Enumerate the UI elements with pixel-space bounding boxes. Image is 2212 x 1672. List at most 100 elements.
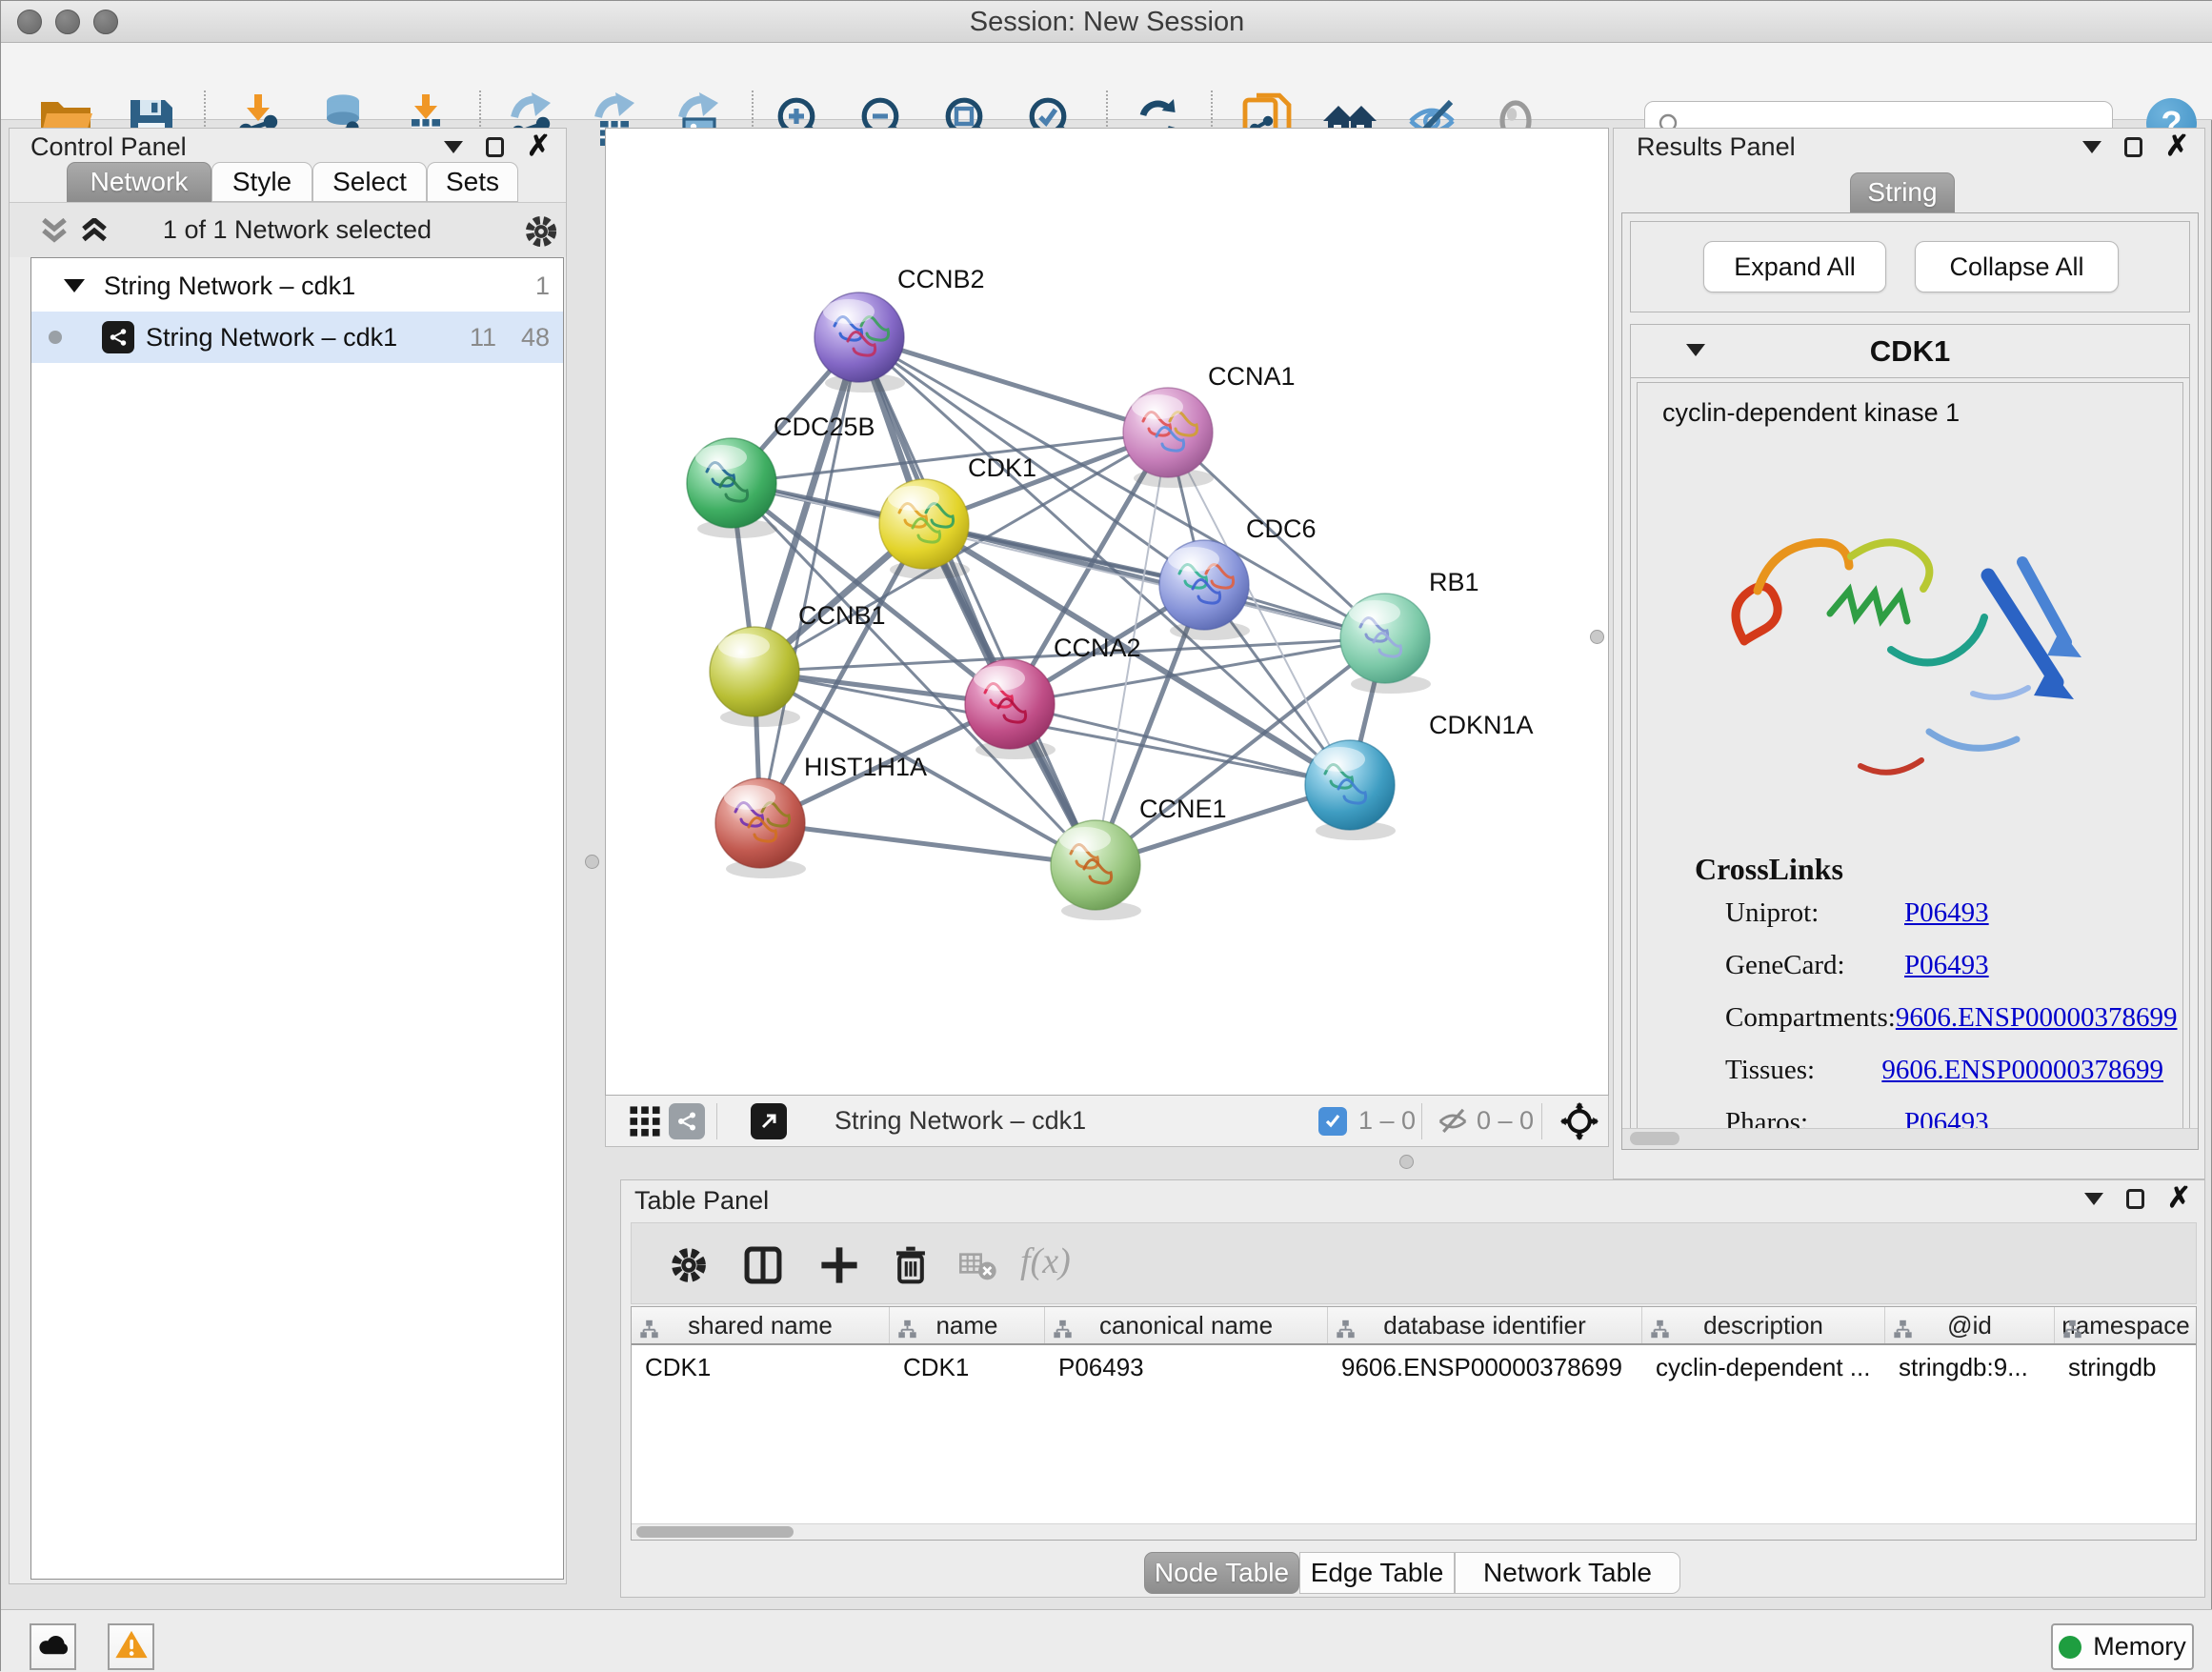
selected-count-badge: 1 – 0 bbox=[1358, 1096, 1416, 1146]
table-hscrollbar-thumb[interactable] bbox=[636, 1526, 794, 1538]
collection-count: 1 bbox=[535, 272, 550, 301]
column-header-namespace[interactable]: namespace bbox=[2055, 1307, 2197, 1343]
results-hscrollbar[interactable] bbox=[1622, 1128, 2198, 1149]
float-panel-icon[interactable] bbox=[486, 137, 504, 157]
hidden-eye-slash-icon[interactable] bbox=[1437, 1096, 1469, 1146]
expand-collapse-bar: Expand All Collapse All bbox=[1630, 221, 2190, 312]
warning-icon bbox=[114, 1629, 149, 1664]
gene-section-header[interactable]: CDK1 bbox=[1631, 325, 2189, 378]
tab-string[interactable]: String bbox=[1850, 172, 1955, 212]
view-share-icon[interactable] bbox=[669, 1096, 705, 1146]
node-gloss bbox=[974, 666, 1025, 691]
crosslinks-list: Uniprot:P06493GeneCard:P06493Compartment… bbox=[1725, 897, 2163, 1159]
crosslink-link[interactable]: 9606.ENSP00000378699 bbox=[1881, 1055, 2163, 1086]
crosslink-link[interactable]: P06493 bbox=[1904, 950, 1989, 981]
network-options-gear-icon[interactable] bbox=[524, 214, 558, 253]
network-canvas[interactable]: CCNB2CCNA1CDC25BCDK1CDC6RB1CCNB1CCNA2CDK… bbox=[605, 128, 1609, 1096]
column-header-shared-name[interactable]: shared name bbox=[632, 1307, 890, 1343]
node-gloss bbox=[1168, 547, 1219, 572]
node-label-CDC6: CDC6 bbox=[1246, 514, 1317, 543]
cloud-status-button[interactable] bbox=[30, 1623, 76, 1670]
table-cell[interactable]: CDK1 bbox=[890, 1345, 1045, 1387]
column-header-canonical-name[interactable]: canonical name bbox=[1045, 1307, 1328, 1343]
warning-status-button[interactable] bbox=[108, 1623, 154, 1670]
network-edge[interactable] bbox=[760, 823, 1096, 865]
collapse-all-button[interactable]: Collapse All bbox=[1915, 241, 2119, 292]
close-panel-icon[interactable]: ✗ bbox=[2165, 136, 2189, 157]
view-grid-icon[interactable] bbox=[629, 1096, 661, 1146]
crosslinks-heading: CrossLinks bbox=[1695, 852, 1843, 887]
network-row[interactable]: String Network – cdk1 11 48 bbox=[31, 312, 563, 363]
crosslink-link[interactable]: P06493 bbox=[1904, 897, 1989, 929]
table-cell[interactable]: stringdb:9... bbox=[1885, 1345, 2055, 1387]
table-hscrollbar[interactable] bbox=[632, 1523, 2196, 1540]
gene-section: CDK1 cyclin-dependent kinase 1 bbox=[1630, 324, 2190, 1141]
float-panel-icon[interactable] bbox=[2126, 1189, 2144, 1209]
table-cell[interactable]: CDK1 bbox=[632, 1345, 890, 1387]
cloud-icon bbox=[36, 1632, 70, 1662]
column-header-database-identifier[interactable]: database identifier bbox=[1328, 1307, 1642, 1343]
add-column-icon[interactable] bbox=[818, 1244, 860, 1291]
tab-node-table[interactable]: Node Table bbox=[1144, 1552, 1299, 1594]
table-cell[interactable]: 9606.ENSP00000378699 bbox=[1328, 1345, 1642, 1387]
node-gloss bbox=[1059, 827, 1111, 852]
node-label-CDK1: CDK1 bbox=[968, 453, 1036, 482]
network-graph[interactable]: CCNB2CCNA1CDC25BCDK1CDC6RB1CCNB1CCNA2CDK… bbox=[606, 129, 1608, 1095]
table-settings-gear-icon[interactable] bbox=[670, 1246, 708, 1289]
tab-select[interactable]: Select bbox=[312, 162, 427, 202]
table-header-row: shared namenamecanonical namedatabase id… bbox=[632, 1307, 2196, 1345]
network-edge[interactable] bbox=[760, 337, 859, 823]
node-table: shared namenamecanonical namedatabase id… bbox=[631, 1306, 2197, 1541]
crosslink-label: Uniprot: bbox=[1725, 897, 1904, 929]
node-gloss bbox=[1314, 747, 1365, 772]
float-panel-icon[interactable] bbox=[2124, 137, 2142, 157]
column-header-description[interactable]: description bbox=[1642, 1307, 1885, 1343]
collapse-panel-icon[interactable] bbox=[2084, 1193, 2103, 1205]
network-collection-row[interactable]: String Network – cdk1 1 bbox=[31, 260, 563, 312]
selected-checkbox[interactable] bbox=[1318, 1096, 1347, 1146]
collapse-panel-icon[interactable] bbox=[2082, 141, 2101, 153]
network-edge[interactable] bbox=[859, 337, 1096, 865]
column-type-icon bbox=[1336, 1316, 1356, 1345]
collection-expand-icon[interactable] bbox=[64, 279, 85, 292]
crosslink-label: GeneCard: bbox=[1725, 950, 1904, 981]
tab-network[interactable]: Network bbox=[67, 162, 211, 202]
column-header-@id[interactable]: @id bbox=[1885, 1307, 2055, 1343]
cytoscape-window: { "window": {"title": "Session: New Sess… bbox=[0, 0, 2212, 1671]
memory-button[interactable]: Memory bbox=[2051, 1623, 2194, 1670]
footer-divider bbox=[716, 1103, 717, 1139]
bottom-splitter-handle[interactable] bbox=[1399, 1155, 1414, 1169]
gene-details: cyclin-dependent kinase 1 bbox=[1637, 382, 2183, 1137]
collapse-panel-icon[interactable] bbox=[444, 141, 463, 153]
right-splitter-handle[interactable] bbox=[1590, 630, 1604, 644]
crosslink-link[interactable]: 9606.ENSP00000378699 bbox=[1896, 1002, 2178, 1034]
node-gloss bbox=[1132, 394, 1183, 419]
node-gloss bbox=[695, 445, 747, 470]
delete-column-trash-icon[interactable] bbox=[891, 1244, 931, 1291]
close-panel-icon[interactable]: ✗ bbox=[2167, 1188, 2191, 1209]
close-panel-icon[interactable]: ✗ bbox=[527, 136, 551, 157]
main-toolbar: ? bbox=[1, 43, 2212, 120]
network-edge[interactable] bbox=[859, 337, 1168, 433]
table-cell[interactable]: P06493 bbox=[1045, 1345, 1328, 1387]
control-panel-title: Control Panel bbox=[30, 132, 187, 162]
table-cell[interactable]: stringdb bbox=[2055, 1345, 2197, 1387]
table-row[interactable]: CDK1CDK1P064939606.ENSP00000378699cyclin… bbox=[632, 1345, 2196, 1387]
fit-content-crosshair-icon[interactable] bbox=[1560, 1096, 1599, 1146]
column-type-icon bbox=[639, 1316, 659, 1345]
open-in-browser-button[interactable] bbox=[751, 1096, 787, 1146]
tab-edge-table[interactable]: Edge Table bbox=[1299, 1552, 1455, 1594]
table-cell[interactable]: cyclin-dependent ... bbox=[1642, 1345, 1885, 1387]
results-panel-title: Results Panel bbox=[1637, 132, 1796, 162]
left-splitter-handle[interactable] bbox=[585, 855, 599, 869]
expand-all-button[interactable]: Expand All bbox=[1703, 241, 1886, 292]
tab-network-table[interactable]: Network Table bbox=[1455, 1552, 1680, 1594]
tab-sets[interactable]: Sets bbox=[427, 162, 518, 202]
results-hscrollbar-thumb[interactable] bbox=[1630, 1132, 1679, 1145]
node-label-CCNA2: CCNA2 bbox=[1054, 634, 1141, 662]
table-tabs: Node Table Edge Table Network Table bbox=[1144, 1552, 1680, 1594]
network-list: String Network – cdk1 1 String Network –… bbox=[30, 257, 564, 1580]
tab-style[interactable]: Style bbox=[211, 162, 312, 202]
show-columns-icon[interactable] bbox=[742, 1244, 784, 1291]
column-header-name[interactable]: name bbox=[890, 1307, 1045, 1343]
